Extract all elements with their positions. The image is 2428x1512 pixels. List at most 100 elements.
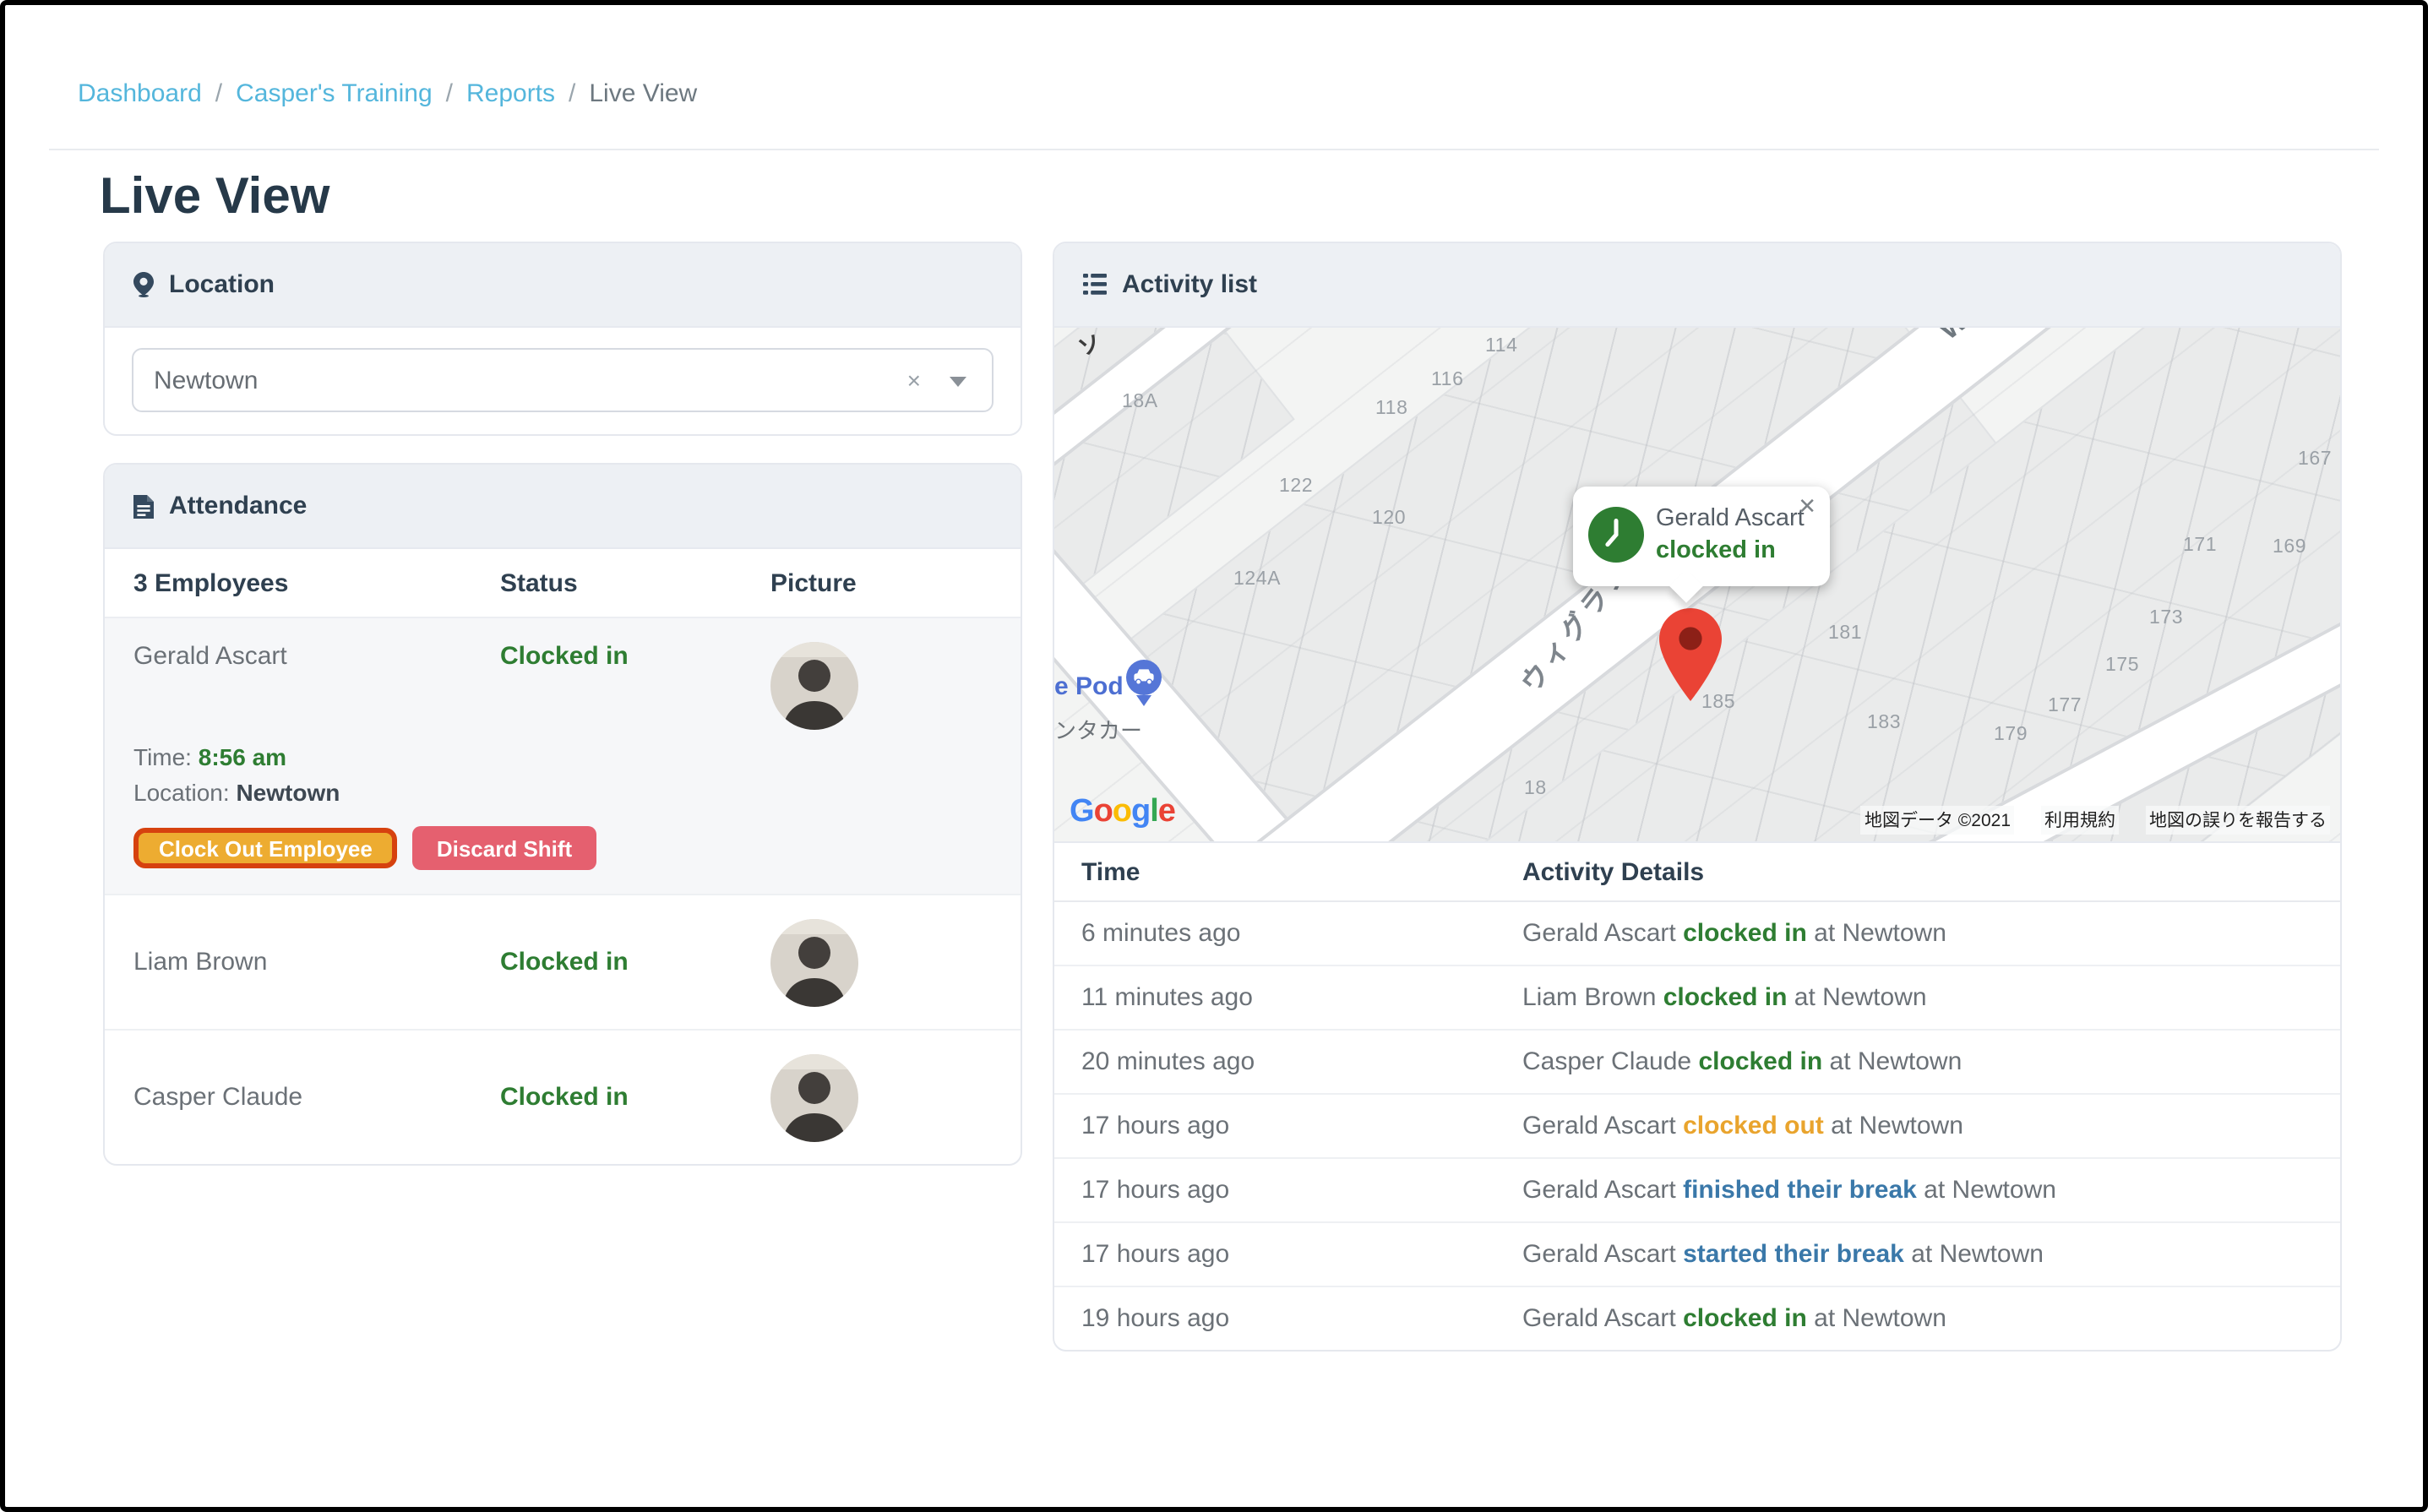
map-building-number: 183 bbox=[1867, 713, 1901, 733]
map-building-number: 18 bbox=[1524, 779, 1547, 799]
map-building-number: 18A bbox=[1122, 392, 1158, 412]
location-panel-title: Location bbox=[169, 270, 275, 299]
close-icon[interactable]: ✕ bbox=[1798, 495, 1816, 517]
map-building-number: 181 bbox=[1828, 623, 1862, 644]
activity-col-time: Time bbox=[1054, 843, 1495, 901]
header-divider bbox=[49, 149, 2379, 150]
activity-table-body: 6 minutes agoGerald Ascart clocked in at… bbox=[1054, 901, 2340, 1350]
activity-panel-title: Activity list bbox=[1122, 270, 1257, 299]
breadcrumb-separator: / bbox=[215, 79, 222, 108]
activity-time: 17 hours ago bbox=[1054, 1094, 1495, 1158]
map-data-copyright: 地図データ ©2021 bbox=[1861, 806, 2014, 835]
employee-status: Clocked in bbox=[500, 642, 770, 671]
activity-row: 19 hours agoGerald Ascart clocked in at … bbox=[1054, 1286, 2340, 1350]
car-rental-pin-icon[interactable] bbox=[1125, 659, 1162, 716]
screenshot-frame: Dashboard/Casper's Training/Reports/Live… bbox=[0, 0, 2428, 1512]
shift-time-line: Time: 8:56 am bbox=[133, 740, 992, 775]
location-label: Location: bbox=[133, 779, 230, 806]
map-building-number: 179 bbox=[1994, 725, 2028, 745]
attendance-rows: Gerald AscartClocked inTime: 8:56 amLoca… bbox=[105, 618, 1021, 1164]
clock-out-employee-button[interactable]: Clock Out Employee bbox=[133, 828, 398, 868]
activity-details: Gerald Ascart started their break at New… bbox=[1495, 1222, 2340, 1286]
employee-name: Casper Claude bbox=[133, 1083, 500, 1112]
activity-time: 11 minutes ago bbox=[1054, 965, 1495, 1030]
activity-table: Time Activity Details 6 minutes agoGeral… bbox=[1054, 843, 2340, 1350]
activity-row: 17 hours agoGerald Ascart finished their… bbox=[1054, 1158, 2340, 1222]
breadcrumb-separator: / bbox=[446, 79, 453, 108]
breadcrumb-link[interactable]: Casper's Training bbox=[236, 79, 433, 108]
activity-time: 17 hours ago bbox=[1054, 1222, 1495, 1286]
shift-location-line: Location: Newtown bbox=[133, 775, 992, 811]
chevron-down-icon[interactable] bbox=[950, 377, 966, 387]
map-building-number: 177 bbox=[2048, 696, 2082, 716]
activity-time: 19 hours ago bbox=[1054, 1286, 1495, 1350]
map-building-number: 122 bbox=[1279, 476, 1313, 497]
avatar bbox=[770, 642, 858, 730]
attendance-row[interactable]: Casper ClaudeClocked in bbox=[105, 1031, 1021, 1164]
avatar bbox=[770, 918, 858, 1006]
poi-label-japanese: ンタカー bbox=[1054, 713, 1142, 745]
terms-of-use-link[interactable]: 利用規約 bbox=[2041, 806, 2119, 835]
map-building-number: 118 bbox=[1375, 399, 1407, 419]
breadcrumb-current: Live View bbox=[589, 79, 697, 108]
employee-status: Clocked in bbox=[500, 948, 770, 976]
page-title: Live View bbox=[100, 172, 2423, 223]
map-building-number: 124A bbox=[1233, 569, 1281, 590]
document-icon bbox=[133, 494, 154, 518]
map-building-number: 175 bbox=[2105, 655, 2139, 676]
attendance-col-picture: Picture bbox=[770, 568, 992, 597]
activity-row: 20 minutes agoCasper Claude clocked in a… bbox=[1054, 1030, 2340, 1094]
map-marker-red-pin[interactable] bbox=[1659, 608, 1722, 710]
map-building-number: 171 bbox=[2183, 536, 2217, 556]
map-building-number: 114 bbox=[1485, 336, 1517, 356]
map-building-number: 116 bbox=[1431, 370, 1463, 390]
avatar bbox=[770, 1053, 858, 1141]
time-value: 8:56 am bbox=[199, 743, 286, 770]
activity-details: Gerald Ascart clocked out at Newtown bbox=[1495, 1094, 2340, 1158]
location-value: Newtown bbox=[236, 779, 340, 806]
clock-badge-icon bbox=[1588, 508, 1644, 563]
activity-row: 17 hours agoGerald Ascart clocked out at… bbox=[1054, 1094, 2340, 1158]
attendance-panel: Attendance 3 Employees Status Picture Ge… bbox=[103, 463, 1022, 1166]
activity-row: 17 hours agoGerald Ascart started their … bbox=[1054, 1222, 2340, 1286]
list-icon bbox=[1083, 274, 1107, 296]
info-window-status: clocked in bbox=[1656, 536, 1805, 568]
location-pin-icon bbox=[133, 272, 154, 297]
report-map-error-link[interactable]: 地図の誤りを報告する bbox=[2146, 806, 2330, 835]
google-logo[interactable]: Google bbox=[1070, 794, 1175, 831]
employee-name: Liam Brown bbox=[133, 948, 500, 976]
google-map[interactable]: 18A114116118122120124A181851831811791771… bbox=[1054, 328, 2340, 843]
map-building-number: 167 bbox=[2298, 449, 2332, 470]
activity-panel: Activity list 18A 114 116 118 122 120 124A 18 18… bbox=[1053, 242, 2342, 1352]
breadcrumb: Dashboard/Casper's Training/Reports/Live… bbox=[5, 5, 2423, 108]
discard-shift-button[interactable]: Discard Shift bbox=[413, 826, 596, 870]
time-label: Time: bbox=[133, 743, 192, 770]
employee-status: Clocked in bbox=[500, 1083, 770, 1112]
info-window-name: Gerald Ascart bbox=[1656, 503, 1805, 536]
map-building-number: 120 bbox=[1372, 509, 1406, 529]
map-attribution: 地図データ ©2021 利用規約 地図の誤りを報告する bbox=[1861, 806, 2330, 835]
breadcrumb-link[interactable]: Dashboard bbox=[78, 79, 202, 108]
clear-selection-icon[interactable]: × bbox=[907, 368, 921, 392]
activity-details: Gerald Ascart clocked in at Newtown bbox=[1495, 1286, 2340, 1350]
activity-row: 11 minutes agoLiam Brown clocked in at N… bbox=[1054, 965, 2340, 1030]
activity-time: 20 minutes ago bbox=[1054, 1030, 1495, 1094]
breadcrumb-link[interactable]: Reports bbox=[466, 79, 555, 108]
location-select[interactable]: Newtown × bbox=[132, 348, 994, 412]
attendance-col-employees: 3 Employees bbox=[133, 568, 500, 597]
activity-col-details: Activity Details bbox=[1495, 843, 2340, 901]
map-info-window: Gerald Ascart clocked in ✕ bbox=[1573, 487, 1830, 585]
activity-details: Gerald Ascart clocked in at Newtown bbox=[1495, 901, 2340, 965]
location-panel: Location Newtown × bbox=[103, 242, 1022, 436]
attendance-col-status: Status bbox=[500, 568, 770, 597]
activity-time: 6 minutes ago bbox=[1054, 901, 1495, 965]
activity-details: Gerald Ascart finished their break at Ne… bbox=[1495, 1158, 2340, 1222]
activity-details: Casper Claude clocked in at Newtown bbox=[1495, 1030, 2340, 1094]
attendance-row[interactable]: Gerald AscartClocked inTime: 8:56 amLoca… bbox=[105, 618, 1021, 895]
employee-name: Gerald Ascart bbox=[133, 642, 500, 671]
activity-details: Liam Brown clocked in at Newtown bbox=[1495, 965, 2340, 1030]
activity-time: 17 hours ago bbox=[1054, 1158, 1495, 1222]
attendance-row[interactable]: Liam BrownClocked in bbox=[105, 895, 1021, 1031]
location-select-value: Newtown bbox=[154, 366, 258, 394]
map-building-number: 169 bbox=[2273, 537, 2306, 557]
